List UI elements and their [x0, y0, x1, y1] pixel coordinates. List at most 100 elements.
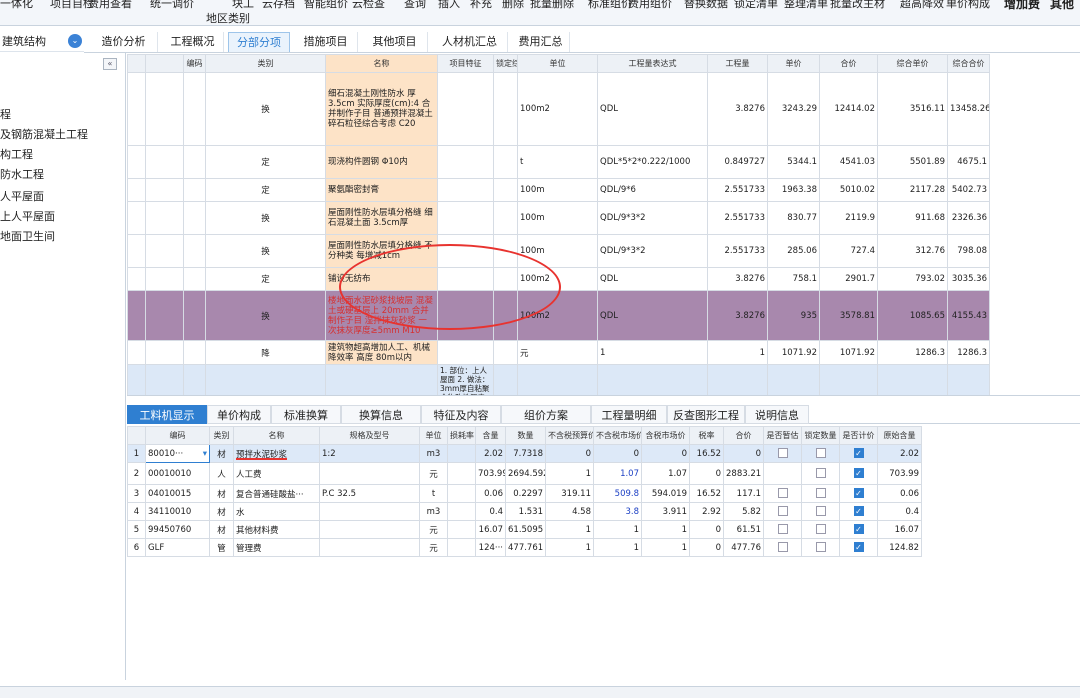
toolbar-item-3[interactable]: 统一调价 — [150, 0, 194, 11]
upper-cell-amount[interactable]: 2901.7 — [819, 267, 878, 291]
upper-cell-name[interactable]: 建筑物超高增加人工、机械降效率 高度 80m以内 — [325, 340, 438, 365]
lower-cell-sl[interactable] — [801, 462, 840, 485]
upper-cell-camount[interactable]: 4155.43 — [947, 290, 990, 341]
lower-cell-zg[interactable] — [763, 484, 802, 503]
upper-cell-name[interactable]: 聚氨酯密封膏 — [325, 178, 438, 202]
lower-header-5[interactable]: 损耗率 — [447, 426, 476, 445]
upper-cell-price[interactable]: 935 — [767, 290, 820, 341]
upper-cell-amount[interactable]: 2119.9 — [819, 201, 878, 235]
upper-cell-name[interactable]: 楼地面水泥砂浆找坡层 混凝土或硬基层上 20mm 合并制作子目 湿拌抹灰砂浆 一… — [325, 290, 438, 341]
upper-cell-code[interactable]: A1-1··· — [183, 267, 206, 291]
upper-row[interactable]: JZCG-6降建筑物超高增加人工、机械降效率 高度 80m以内元111071.9… — [127, 340, 990, 365]
upper-cell-amount[interactable]: 12414.02 — [819, 72, 878, 146]
jj-checkbox[interactable]: ✓ — [853, 448, 864, 459]
lower-cell-code[interactable]: 34110010 — [145, 502, 210, 521]
upper-cell-locked[interactable] — [493, 234, 518, 268]
lower-header-13[interactable]: 是否暂估 — [763, 426, 802, 445]
lower-cell-sl[interactable] — [801, 520, 840, 539]
tree-item-0[interactable]: 程 — [0, 106, 11, 122]
chevron-down-icon[interactable]: ▾ — [203, 449, 207, 459]
detail-tab-5[interactable]: 组价方案 — [501, 405, 591, 424]
lower-row[interactable]: 5 99450760 材其他材料费元 16.07 61.5095 1 1 1 0 61.51 ✓ 16… — [127, 520, 922, 539]
upper-header-8[interactable]: 单价 — [767, 54, 820, 73]
toolbar-item-4[interactable]: 地区类别 — [206, 10, 250, 26]
toolbar-item-0[interactable]: 一体化 — [0, 0, 33, 11]
lower-row[interactable]: 200010010人人工费元703.992694.592111.071.0702… — [127, 462, 922, 485]
upper-cell-expr[interactable]: QDL — [597, 290, 708, 341]
upper-cell-code[interactable]: A1-10-80 + A1-10-81 — [183, 72, 206, 146]
jj-checkbox[interactable]: ✓ — [853, 542, 864, 553]
tab-6[interactable]: 费用汇总 — [512, 32, 570, 52]
lower-cell-sl[interactable] — [801, 502, 840, 521]
upper-cell-code[interactable]: A1-1··· — [183, 178, 206, 202]
tab-1[interactable]: 工程概况 — [162, 32, 224, 52]
upper-cell-type[interactable]: 换 — [205, 234, 326, 268]
detail-tab-0[interactable]: 工料机显示 — [127, 405, 207, 424]
detail-tab-4[interactable]: 特征及内容 — [421, 405, 501, 424]
upper-cell-price[interactable]: 5344.1 — [767, 145, 820, 179]
upper-cell-locked[interactable] — [493, 201, 518, 235]
tree-item-3[interactable]: 防水工程 — [0, 166, 44, 182]
sl-checkbox[interactable] — [815, 488, 826, 499]
upper-cell-qty[interactable]: 1 — [707, 340, 768, 365]
upper-header-6[interactable]: 工程量表达式 — [597, 54, 708, 73]
toolbar-item-22[interactable]: 其他 — [1050, 0, 1074, 11]
upper-cell-type[interactable]: 定 — [205, 178, 326, 202]
lower-header-3[interactable]: 规格及型号 — [319, 426, 420, 445]
upper-cell-qty[interactable]: 2.551733 — [707, 201, 768, 235]
lower-cell-name[interactable]: 水 — [233, 502, 320, 521]
upper-header-10[interactable]: 综合单价 — [877, 54, 948, 73]
lower-cell-jj[interactable]: ✓ — [839, 520, 878, 539]
toolbar-item-21[interactable]: 增加费 — [1004, 0, 1040, 11]
zg-checkbox[interactable] — [777, 506, 788, 517]
upper-row[interactable]: A1-12-1换楼地面水泥砂浆找坡层 混凝土或硬基层上 20mm 合并制作子目 … — [127, 290, 990, 341]
toolbar-item-10[interactable]: 补充 — [470, 0, 492, 11]
jj-checkbox[interactable]: ✓ — [853, 506, 864, 517]
lower-cell-zg[interactable] — [763, 444, 802, 463]
upper-cell-feat[interactable] — [437, 72, 494, 146]
upper-cell-type[interactable]: 换 — [205, 290, 326, 341]
lower-cell-zg[interactable] — [763, 520, 802, 539]
toolbar-item-5[interactable]: 云存档 — [262, 0, 295, 11]
upper-cell-cprice[interactable]: 1085.65 — [877, 290, 948, 341]
upper-cell-cprice[interactable]: 3516.11 — [877, 72, 948, 146]
lower-header-15[interactable]: 是否计价 — [839, 426, 878, 445]
upper-cell-qty[interactable]: 3.8276 — [707, 290, 768, 341]
upper-cell-price[interactable]: 1071.92 — [767, 340, 820, 365]
sl-checkbox[interactable] — [815, 506, 826, 517]
upper-cell-type[interactable]: 换 — [205, 201, 326, 235]
upper-cell-expr[interactable]: QDL/9*6 — [597, 178, 708, 202]
upper-cell-type[interactable]: 定 — [205, 145, 326, 179]
lower-cell-sl[interactable] — [801, 538, 840, 557]
lower-cell-code[interactable]: 80010··· ▾ — [145, 444, 210, 463]
tab-3[interactable]: 措施项目 — [294, 32, 358, 52]
detail-tab-6[interactable]: 工程量明细 — [591, 405, 667, 424]
upper-cell-cprice[interactable]: 2117.28 — [877, 178, 948, 202]
upper-cell-locked[interactable] — [493, 267, 518, 291]
upper-cell-unit[interactable]: 100m — [517, 234, 598, 268]
toolbar-item-14[interactable]: 费用组价 — [628, 0, 672, 11]
tree-item-5[interactable]: 上人平屋面 — [0, 208, 55, 224]
upper-cell-expr[interactable]: QDL — [597, 72, 708, 146]
lower-header-10[interactable]: 含税市场价 — [641, 426, 690, 445]
jj-checkbox[interactable]: ✓ — [853, 488, 864, 499]
toolbar-item-20[interactable]: 单价构成 — [946, 0, 990, 11]
jj-checkbox[interactable]: ✓ — [853, 468, 864, 479]
upper-cell-type[interactable]: 换 — [205, 72, 326, 146]
upper-cell-unit[interactable]: t — [517, 145, 598, 179]
upper-cell-code[interactable]: A1-10-86 — [183, 234, 206, 268]
tree-item-6[interactable]: 地面卫生间 — [0, 228, 55, 244]
detail-tab-1[interactable]: 单价构成 — [207, 405, 271, 424]
upper-cell-qty[interactable]: 2.551733 — [707, 234, 768, 268]
lower-header-7[interactable]: 数量 — [505, 426, 546, 445]
toolbar-item-17[interactable]: 整理清单 — [784, 0, 828, 11]
lower-cell-jj[interactable]: ✓ — [839, 538, 878, 557]
upper-cell-amount[interactable]: 727.4 — [819, 234, 878, 268]
upper-cell-qty[interactable]: 2.551733 — [707, 178, 768, 202]
upper-header-11[interactable]: 综合合价 — [947, 54, 990, 73]
upper-cell-amount[interactable]: 1071.92 — [819, 340, 878, 365]
toolbar-item-18[interactable]: 批量改主材 — [830, 0, 885, 11]
lower-cell-name[interactable]: 复合普通硅酸盐··· — [233, 484, 320, 503]
upper-cell-feat[interactable] — [437, 201, 494, 235]
tree-item-4[interactable]: 人平屋面 — [0, 188, 44, 204]
